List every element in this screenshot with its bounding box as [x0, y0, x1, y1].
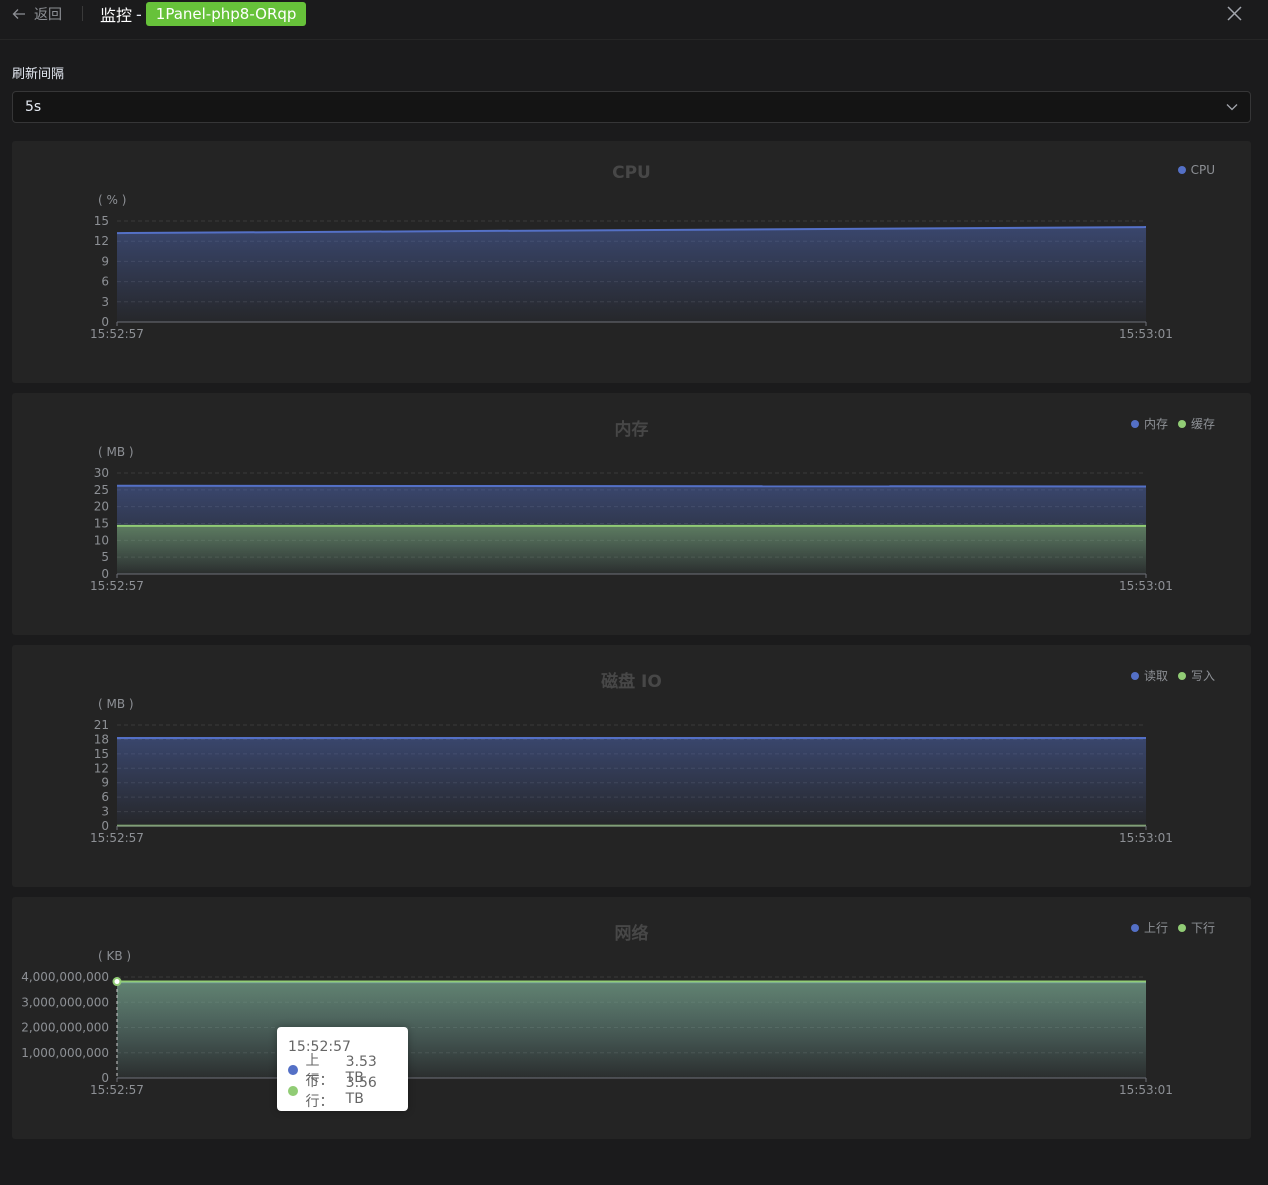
tooltip-label: 下行：: [305, 1073, 334, 1110]
y-axis-unit: ( % ): [98, 193, 127, 207]
chart-legend: 内存 缓存: [1121, 415, 1215, 432]
x-tick-label: 15:52:57: [90, 831, 144, 845]
series-area: [117, 737, 1146, 826]
y-tick-label: 3: [101, 295, 109, 309]
legend-label: 读取: [1143, 669, 1168, 683]
y-tick-label: 10: [94, 533, 109, 547]
legend-item-memory[interactable]: 内存: [1130, 415, 1168, 432]
y-tick-label: 12: [94, 234, 109, 248]
legend-label: 缓存: [1190, 417, 1215, 431]
legend-item-read[interactable]: 读取: [1130, 667, 1168, 684]
y-axis-unit: ( KB ): [98, 949, 132, 963]
y-tick-label: 2,000,000,000: [21, 1021, 109, 1035]
legend-dot: [1130, 671, 1139, 680]
y-tick-label: 3: [101, 805, 109, 819]
y-tick-label: 9: [101, 776, 109, 790]
y-tick-label: 1,000,000,000: [21, 1046, 109, 1060]
y-tick-label: 20: [94, 500, 109, 514]
y-tick-label: 15: [94, 517, 109, 531]
chart-legend: CPU: [1168, 163, 1215, 177]
legend-dot: [1177, 419, 1186, 428]
x-tick-label: 15:52:57: [90, 579, 144, 593]
refresh-interval-value: 5s: [25, 99, 42, 115]
page-title: 监控 - 1Panel-php8-ORqp: [100, 2, 307, 26]
y-tick-label: 15: [94, 214, 109, 228]
close-icon[interactable]: [1226, 5, 1243, 22]
x-tick-label: 15:53:01: [1119, 579, 1173, 593]
legend-dot: [1130, 923, 1139, 932]
y-tick-label: 3,000,000,000: [21, 995, 109, 1009]
refresh-interval-label: 刷新间隔: [12, 67, 65, 82]
chart-legend: 上行 下行: [1121, 919, 1215, 936]
disk-io-chart-card: 0 3 6 9 12 15 18 21 15:52:57 15:53:01 磁盘 IO 读取 写入…: [12, 645, 1251, 887]
series-area: [117, 227, 1146, 322]
container-tag: 1Panel-php8-ORqp: [145, 2, 307, 26]
legend-dot: [1177, 923, 1186, 932]
chart-tooltip: 15:52:57 上行： 3.53 TB 下行： 3.56 TB: [277, 1027, 408, 1111]
y-tick-label: 6: [101, 275, 109, 289]
chart-title: 磁盘 IO: [601, 672, 662, 692]
tooltip-dot: [288, 1064, 298, 1075]
title-separator: -: [136, 4, 142, 24]
series-area: [117, 981, 1146, 1078]
x-tick-label: 15:53:01: [1119, 1083, 1173, 1097]
y-tick-label: 21: [94, 718, 109, 732]
legend-item-write[interactable]: 写入: [1177, 667, 1215, 684]
header-divider: [82, 6, 83, 21]
legend-item-cache[interactable]: 缓存: [1177, 415, 1215, 432]
legend-item-upload[interactable]: 上行: [1130, 919, 1168, 936]
tooltip-row-download: 下行： 3.56 TB: [288, 1074, 397, 1110]
series-area: [117, 525, 1146, 574]
legend-dot: [1177, 166, 1186, 174]
legend-label: 下行: [1190, 921, 1215, 935]
y-tick-label: 4,000,000,000: [21, 970, 109, 984]
legend-label: 写入: [1190, 669, 1215, 683]
y-tick-label: 9: [101, 254, 109, 268]
y-axis-unit: ( MB ): [98, 445, 134, 459]
tooltip-dot: [288, 1085, 298, 1096]
y-axis-unit: ( MB ): [98, 697, 134, 711]
y-tick-label: 18: [94, 732, 109, 746]
y-tick-label: 15: [94, 747, 109, 761]
cpu-chart-card: 0 3 6 9 12 15 15:52:57 15:53:01 CPU CPU ( % ): [12, 141, 1251, 383]
x-tick-label: 15:52:57: [90, 327, 144, 341]
y-tick-label: 5: [101, 550, 109, 564]
hover-point: [112, 977, 122, 987]
chart-title: CPU: [612, 163, 651, 183]
y-tick-label: 30: [94, 466, 109, 480]
legend-item-cpu[interactable]: CPU: [1177, 163, 1215, 177]
drawer-header: 返回 监控 - 1Panel-php8-ORqp: [0, 0, 1268, 40]
tooltip-value: 3.56 TB: [345, 1074, 377, 1107]
y-tick-label: 12: [94, 761, 109, 775]
y-tick-label: 6: [101, 790, 109, 804]
back-button[interactable]: 返回: [12, 4, 62, 24]
refresh-interval-select[interactable]: 5s: [12, 91, 1251, 123]
legend-label: 上行: [1143, 921, 1168, 935]
legend-item-download[interactable]: 下行: [1177, 919, 1215, 936]
network-chart-card: 0 1,000,000,000 2,000,000,000 3,000,000,000…: [12, 897, 1251, 1139]
chart-title: 网络: [614, 924, 649, 944]
series-line: [116, 484, 1147, 488]
legend-dot: [1177, 671, 1186, 680]
legend-dot: [1130, 419, 1139, 428]
arrow-left-icon: [12, 9, 25, 19]
memory-chart-card: 0 5 10 15 20 25 30 15:52:57 15:53:01 内存 内存 缓存 ( …: [12, 393, 1251, 635]
legend-label: 内存: [1143, 417, 1168, 431]
chart-legend: 读取 写入: [1121, 667, 1215, 684]
title-text: 监控: [100, 6, 133, 25]
x-tick-label: 15:53:01: [1119, 327, 1173, 341]
legend-label: CPU: [1190, 163, 1215, 177]
y-tick-label: 25: [94, 483, 109, 497]
x-tick-label: 15:53:01: [1119, 831, 1173, 845]
back-label: 返回: [34, 7, 62, 23]
chevron-down-icon: [1226, 104, 1238, 111]
x-tick-label: 15:52:57: [90, 1083, 144, 1097]
chart-title: 内存: [614, 420, 649, 440]
